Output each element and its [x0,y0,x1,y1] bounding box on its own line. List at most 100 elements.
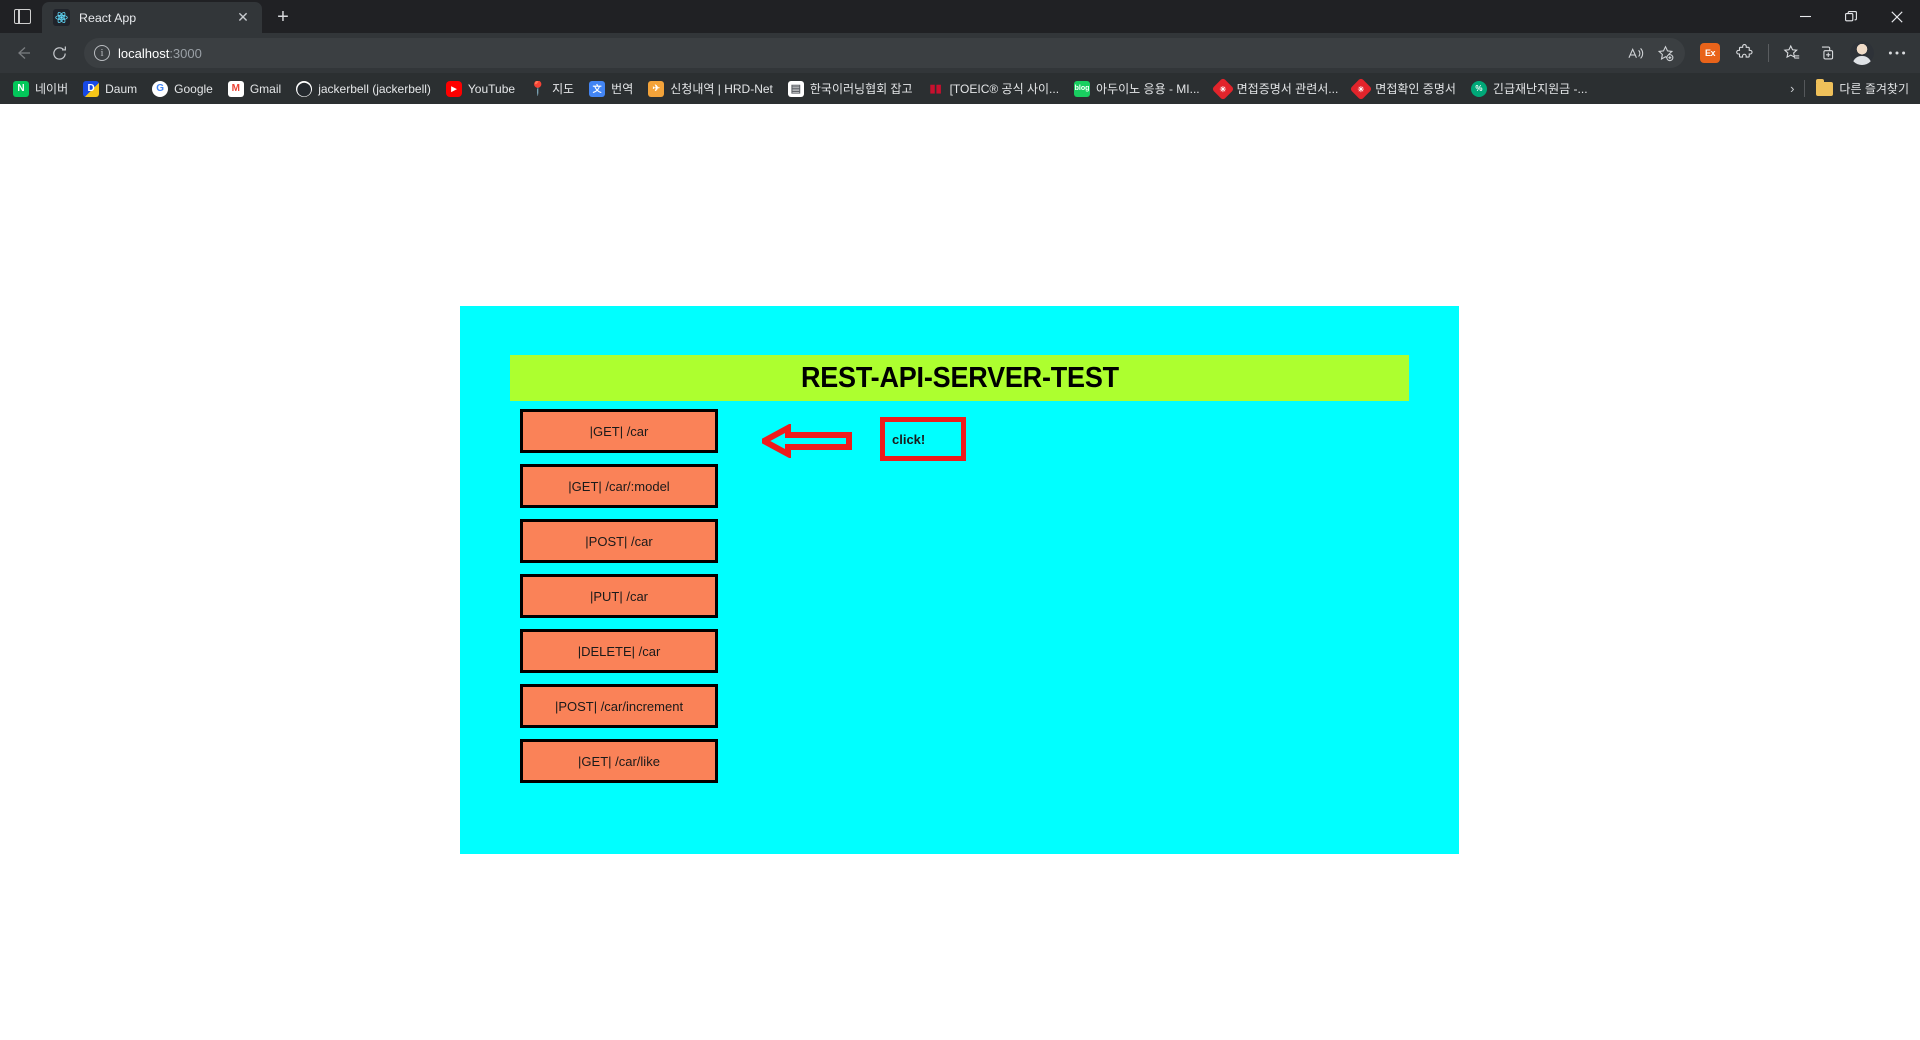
bookmark-label: YouTube [467,81,516,96]
bookmark-item[interactable]: G Google [145,78,220,100]
document-icon: ▤ [787,80,804,97]
extension-badge-icon: Ex [1700,43,1720,63]
daum-icon: D [83,80,100,97]
translate-icon: 文 [589,80,606,97]
navigation-toolbar: i localhost:3000 Ex [0,33,1920,73]
bookmark-label: 면접증명서 관련서... [1236,82,1339,96]
other-favorites-label: 다른 즐겨찾기 [1839,82,1909,96]
url-host: localhost [118,45,170,61]
bookmarks-bar-overflow: › 다른 즐겨찾기 [1784,77,1916,100]
bookmark-item[interactable]: ✳ 면접증명서 관련서... [1208,77,1346,100]
bookmark-label: jackerbell (jackerbell) [318,81,431,96]
avatar[interactable] [1845,37,1879,69]
annotation-arrow-left-icon [757,422,852,460]
maps-icon: 📍 [530,80,547,97]
settings-menu-button[interactable] [1880,37,1914,69]
tab-strip: React App ✕ + [0,0,1920,33]
url-text: localhost:3000 [118,46,202,61]
window-controls [1782,0,1920,33]
refresh-button[interactable] [42,37,76,69]
bookmark-label: Google [174,81,213,96]
toeic-icon: ▮▮ [929,83,942,95]
bookmark-label: [TOEIC® 공식 사이... [949,82,1060,96]
google-icon: G [152,80,169,97]
extensions-icon[interactable] [1728,37,1762,69]
page-viewport: REST-API-SERVER-TEST |GET| /car |GET| /c… [0,104,1920,1040]
naver-icon: N [13,80,29,97]
certificate-icon: ✳ [1211,77,1234,100]
bookmark-item[interactable]: ⬤ jackerbell (jackerbell) [289,78,438,100]
github-icon: ⬤ [296,80,313,97]
bookmark-label: 네이버 [35,82,69,96]
minimize-icon[interactable] [1782,0,1828,33]
bookmark-item[interactable]: 文 번역 [582,77,640,100]
close-icon[interactable] [1874,0,1920,33]
split-screen-icon[interactable] [1810,37,1844,69]
bookmark-item[interactable]: ✳ 면접확인 증명서 [1346,77,1463,100]
other-favorites-button[interactable]: 다른 즐겨찾기 [1809,77,1916,100]
toolbar-divider [1768,44,1769,62]
profile-avatar-icon [1850,41,1874,65]
bookmarks-bar: N 네이버 D Daum G Google M Gmail ⬤ jackerbe… [0,73,1920,104]
folder-icon [1816,78,1834,96]
gmail-icon: M [227,80,244,97]
bookmark-label: Gmail [249,81,282,96]
close-icon[interactable]: ✕ [232,7,254,29]
api-button-get-car-model[interactable]: |GET| /car/:model [520,464,718,508]
bookmark-label: 긴급재난지원금 -... [1492,82,1588,96]
collections-icon[interactable] [1775,37,1809,69]
bookmark-label: Daum [105,81,138,96]
youtube-icon: ▶ [445,80,462,97]
certificate-icon: ✳ [1349,77,1373,100]
bookmark-label: 번역 [611,82,634,96]
hrdnet-icon: ✈ [648,80,665,97]
bookmarks-divider [1804,80,1806,97]
url-port: :3000 [169,45,202,61]
api-button-get-car-like[interactable]: |GET| /car/like [520,739,718,783]
bookmark-item[interactable]: ▮▮ [TOEIC® 공식 사이... [921,77,1066,100]
blog-icon: blog [1074,80,1091,97]
bookmark-label: 면접확인 증명서 [1375,82,1456,96]
react-icon [53,9,70,26]
panel-icon [13,9,31,24]
extension-badge-button[interactable]: Ex [1693,37,1727,69]
bookmark-item[interactable]: 📍 지도 [523,77,581,100]
bookmark-item[interactable]: ✈ 신청내역 | HRD-Net [641,77,780,100]
api-button-post-car[interactable]: |POST| /car [520,519,718,563]
browser-actions: Ex [1693,37,1914,69]
api-button-put-car[interactable]: |PUT| /car [520,574,718,618]
page-title-banner: REST-API-SERVER-TEST [510,355,1409,401]
address-bar-actions [1621,40,1679,66]
api-button-delete-car[interactable]: |DELETE| /car [520,629,718,673]
api-button-get-car[interactable]: |GET| /car [520,409,718,453]
api-button-post-car-increment[interactable]: |POST| /car/increment [520,684,718,728]
browser-window: React App ✕ + i localhost:3000 Ex N 네이버 … [0,0,1920,1040]
bookmark-item[interactable]: % 긴급재난지원금 -... [1464,77,1595,100]
bookmark-item[interactable]: ▶ YouTube [439,78,522,100]
back-button[interactable] [6,37,40,69]
bookmark-item[interactable]: ▤ 한국이러닝협회 잡고 [781,77,920,100]
annotation-click-label: click! [892,431,926,447]
new-tab-button[interactable]: + [268,2,298,32]
read-aloud-icon[interactable] [1621,40,1649,66]
restore-icon[interactable] [1828,0,1874,33]
annotation-click-note: click! [880,417,966,461]
add-favorite-icon[interactable] [1651,40,1679,66]
chevron-right-icon[interactable]: › [1784,81,1800,96]
browser-tab[interactable]: React App ✕ [42,2,262,33]
site-info-icon[interactable]: i [94,45,110,61]
bookmark-label: 신청내역 | HRD-Net [670,82,773,96]
relief-icon: % [1470,80,1487,97]
bookmark-item[interactable]: D Daum [76,78,144,100]
bookmark-item[interactable]: N 네이버 [6,77,75,100]
api-endpoint-button-list: |GET| /car |GET| /car/:model |POST| /car… [520,409,718,783]
page-title: REST-API-SERVER-TEST [800,361,1119,394]
address-bar[interactable]: i localhost:3000 [84,38,1685,68]
bookmark-label: 아두이노 응용 - MI... [1096,82,1200,96]
bookmark-label: 한국이러닝협회 잡고 [809,82,913,96]
tab-actions-button[interactable] [2,0,42,33]
bookmark-item[interactable]: M Gmail [221,78,288,100]
bookmark-label: 지도 [552,82,575,96]
tab-title: React App [79,10,137,25]
bookmark-item[interactable]: blog 아두이노 응용 - MI... [1067,77,1207,100]
